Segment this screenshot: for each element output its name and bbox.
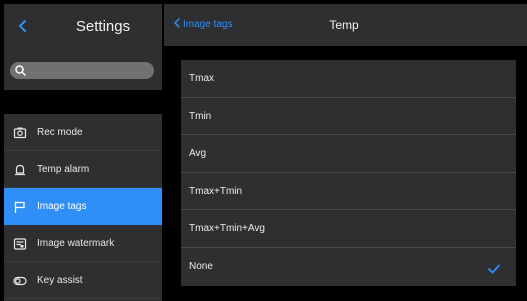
option-tmax-tmin-avg[interactable]: Tmax+Tmin+Avg <box>181 210 516 248</box>
option-label: Tmax+Tmin+Avg <box>189 223 265 235</box>
sidebar-item-label: Image tags <box>37 201 87 212</box>
sidebar-divider <box>4 90 162 114</box>
settings-sidebar: Settings Rec mode Temp alarm Image tags … <box>4 4 162 301</box>
option-avg[interactable]: Avg <box>181 135 516 173</box>
back-button-label: Image tags <box>183 19 233 30</box>
flag-icon <box>13 200 27 214</box>
sidebar-item-label: Rec mode <box>37 127 83 138</box>
sidebar-item-key-assist[interactable]: Key assist <box>4 262 162 299</box>
sidebar-menu: Rec mode Temp alarm Image tags Image wat… <box>4 114 162 299</box>
sidebar-item-image-tags[interactable]: Image tags <box>4 188 162 225</box>
app-window: Settings Rec mode Temp alarm Image tags … <box>0 0 527 301</box>
option-tmin[interactable]: Tmin <box>181 98 516 136</box>
bell-icon <box>13 163 27 177</box>
sidebar-item-rec-mode[interactable]: Rec mode <box>4 114 162 151</box>
sidebar-item-image-watermark[interactable]: Image watermark <box>4 225 162 262</box>
sidebar-title: Settings <box>75 18 131 35</box>
option-tmax-tmin[interactable]: Tmax+Tmin <box>181 173 516 211</box>
key-assist-icon <box>13 274 27 288</box>
sidebar-item-temp-alarm[interactable]: Temp alarm <box>4 151 162 188</box>
back-button[interactable]: Image tags <box>173 4 233 46</box>
sidebar-item-label: Image watermark <box>37 238 115 249</box>
page-title: Temp <box>329 18 359 32</box>
sidebar-item-label: Temp alarm <box>37 164 90 175</box>
search-icon <box>14 64 27 77</box>
option-label: Tmax+Tmin <box>189 185 243 197</box>
option-label: None <box>189 260 213 272</box>
camera-icon <box>13 126 27 140</box>
watermark-icon <box>13 237 27 251</box>
checkmark-icon <box>488 261 500 274</box>
sidebar-item-label: Key assist <box>37 275 83 286</box>
option-tmax[interactable]: Tmax <box>181 60 516 98</box>
option-label: Tmin <box>189 110 212 122</box>
search-row <box>4 50 162 90</box>
option-none[interactable]: None <box>181 248 516 286</box>
back-chevron-icon[interactable] <box>16 17 30 35</box>
detail-header: Image tags Temp <box>164 4 527 46</box>
sidebar-header: Settings <box>4 4 162 50</box>
option-label: Tmax <box>189 73 214 84</box>
option-label: Avg <box>189 148 207 160</box>
search-input[interactable] <box>10 62 154 79</box>
temp-options-list: Tmax Tmin Avg Tmax+Tmin Tmax+Tmin+Avg No… <box>181 60 516 286</box>
chevron-left-icon <box>173 18 180 28</box>
